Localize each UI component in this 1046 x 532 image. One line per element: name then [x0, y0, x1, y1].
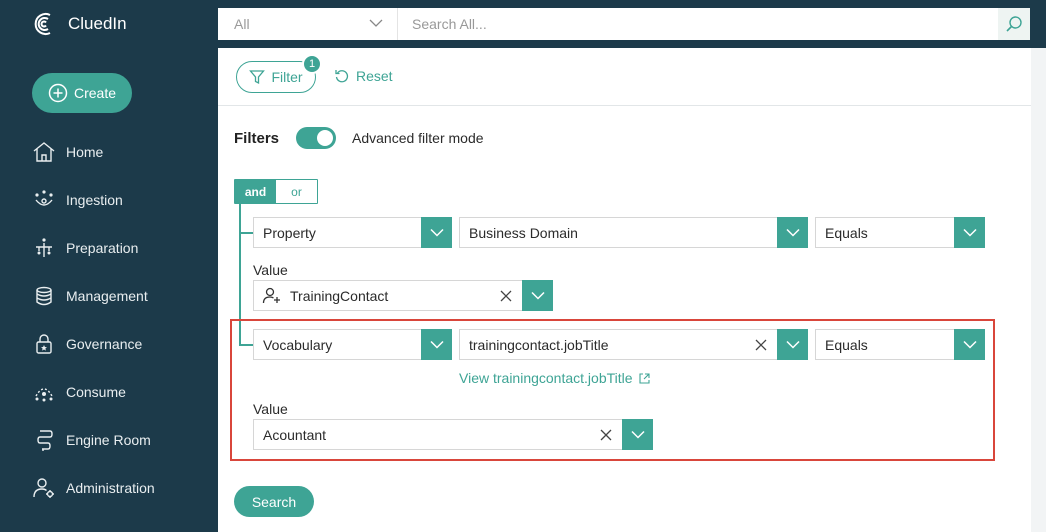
sidebar-item-label: Consume	[66, 384, 126, 400]
logo[interactable]: CluedIn	[30, 10, 127, 38]
administration-icon	[32, 476, 56, 500]
sidebar-item-governance[interactable]: Governance	[32, 330, 142, 358]
chevron-down-icon	[429, 228, 444, 237]
search-submit-button[interactable]: Search	[234, 486, 314, 517]
filter-label: Filter	[271, 69, 303, 85]
chevron-down-icon	[785, 228, 800, 237]
search-button[interactable]	[998, 8, 1030, 40]
funnel-icon	[249, 70, 266, 85]
dropdown-button[interactable]	[421, 217, 452, 248]
plus-circle-icon	[48, 83, 68, 103]
rule1-value-select[interactable]: TrainingContact	[253, 280, 553, 311]
home-icon	[32, 140, 56, 164]
logic-operator-switch: and or	[234, 179, 318, 204]
highlight-box	[230, 319, 995, 461]
reset-icon	[335, 70, 349, 83]
rule1-field-select[interactable]: Business Domain	[459, 217, 808, 248]
advanced-filter-label: Advanced filter mode	[352, 130, 484, 146]
sidebar-item-home[interactable]: Home	[32, 138, 103, 166]
person-add-icon	[262, 287, 280, 303]
sidebar: Create Home Ingestion Preparation Manage…	[0, 48, 218, 532]
global-search: All	[218, 8, 1030, 40]
right-edge	[1031, 48, 1046, 532]
filters-title: Filters	[234, 130, 280, 147]
governance-icon	[32, 332, 56, 356]
management-icon	[32, 284, 56, 308]
sidebar-item-label: Preparation	[66, 240, 139, 256]
dropdown-button[interactable]	[777, 217, 808, 248]
search-input[interactable]	[398, 8, 998, 40]
clear-icon[interactable]	[498, 288, 514, 304]
chevron-down-icon	[530, 291, 545, 300]
sidebar-item-consume[interactable]: Consume	[32, 378, 126, 406]
create-button[interactable]: Create	[32, 73, 132, 113]
sidebar-item-label: Engine Room	[66, 432, 151, 448]
sidebar-item-label: Home	[66, 144, 104, 160]
reset-button[interactable]: Reset	[334, 68, 393, 84]
rule1-field-type-select[interactable]: Property	[253, 217, 452, 248]
sidebar-item-administration[interactable]: Administration	[32, 474, 155, 502]
select-value: Property	[263, 224, 316, 241]
sidebar-item-engine-room[interactable]: Engine Room	[32, 426, 151, 454]
select-value: Business Domain	[469, 224, 578, 241]
search-scope-select[interactable]: All	[218, 8, 398, 40]
sidebar-item-label: Governance	[66, 336, 143, 352]
reset-label: Reset	[356, 68, 393, 84]
sidebar-item-label: Management	[66, 288, 148, 304]
search-icon	[1006, 16, 1022, 32]
create-label: Create	[73, 85, 117, 101]
filter-count-badge: 1	[302, 54, 322, 74]
engine-room-icon	[32, 428, 56, 452]
search-scope-value: All	[234, 16, 250, 32]
consume-icon	[32, 380, 56, 404]
rule1-operator-select[interactable]: Equals	[815, 217, 985, 248]
app-name: CluedIn	[68, 14, 127, 33]
sidebar-item-preparation[interactable]: Preparation	[32, 234, 138, 262]
main-content: Filter 1 Reset Filters Advanced filter m…	[218, 48, 1031, 532]
sidebar-item-management[interactable]: Management	[32, 282, 148, 310]
sidebar-item-ingestion[interactable]: Ingestion	[32, 186, 123, 214]
ingestion-icon	[32, 188, 56, 212]
chevron-down-icon	[369, 19, 383, 27]
advanced-filter-toggle[interactable]	[296, 127, 336, 149]
dropdown-button[interactable]	[522, 280, 553, 311]
or-button[interactable]: or	[276, 180, 317, 203]
and-button[interactable]: and	[235, 180, 276, 203]
select-value: TrainingContact	[290, 287, 389, 304]
rule1-value-label: Value	[253, 262, 288, 278]
sidebar-item-label: Administration	[66, 480, 155, 496]
dropdown-button[interactable]	[954, 217, 985, 248]
preparation-icon	[32, 236, 56, 260]
chevron-down-icon	[962, 228, 977, 237]
select-value: Equals	[825, 224, 868, 241]
rule-tree-branch	[239, 232, 253, 234]
top-bar: CluedIn All	[0, 0, 1046, 48]
filter-toolbar: Filter 1 Reset	[218, 48, 1031, 106]
sidebar-item-label: Ingestion	[66, 192, 123, 208]
cluedin-logo-icon	[34, 13, 51, 35]
